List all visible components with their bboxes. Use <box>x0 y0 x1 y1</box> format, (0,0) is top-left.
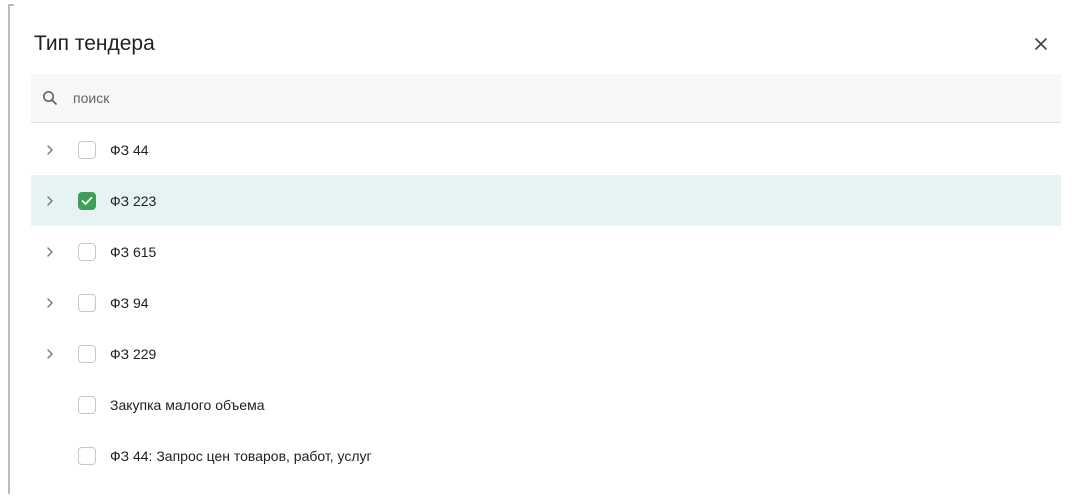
checkbox[interactable] <box>78 293 96 312</box>
chevron-right-icon <box>47 348 53 359</box>
close-button[interactable] <box>1027 30 1055 58</box>
search-bar <box>31 74 1061 123</box>
expand-button[interactable] <box>40 242 60 262</box>
checkmark-icon <box>81 196 93 205</box>
checkbox[interactable] <box>78 242 96 261</box>
list-item-fz44[interactable]: ФЗ 44 <box>31 124 1061 175</box>
checkbox[interactable] <box>78 446 96 465</box>
tender-type-list: ФЗ 44 ФЗ 223 ФЗ 615 ФЗ 94 ФЗ 229 Закупка… <box>31 124 1061 481</box>
dialog-header: Тип тендера <box>34 26 1073 62</box>
checkbox[interactable] <box>78 395 96 414</box>
list-item-fz229[interactable]: ФЗ 229 <box>31 328 1061 379</box>
list-item-small-volume-purchase[interactable]: Закупка малого объема <box>31 379 1061 430</box>
list-item-fz94[interactable]: ФЗ 94 <box>31 277 1061 328</box>
expand-button[interactable] <box>40 191 60 211</box>
list-item-label: ФЗ 223 <box>110 192 157 209</box>
tender-type-dialog: Тип тендера ФЗ 44 <box>10 0 1073 500</box>
chevron-right-icon <box>47 297 53 308</box>
chevron-right-icon <box>47 144 53 155</box>
list-item-label: Закупка малого объема <box>110 396 265 413</box>
search-input[interactable] <box>71 82 975 114</box>
list-item-fz223[interactable]: ФЗ 223 <box>31 175 1061 226</box>
list-item-label: ФЗ 615 <box>110 243 157 260</box>
list-item-label: ФЗ 229 <box>110 345 157 362</box>
list-item-fz615[interactable]: ФЗ 615 <box>31 226 1061 277</box>
list-item-fz44-price-request[interactable]: ФЗ 44: Запрос цен товаров, работ, услуг <box>31 430 1061 481</box>
list-item-label: ФЗ 44: Запрос цен товаров, работ, услуг <box>110 447 372 464</box>
expand-button[interactable] <box>40 344 60 364</box>
expand-button[interactable] <box>40 293 60 313</box>
checkbox[interactable] <box>78 344 96 363</box>
checkbox-checked[interactable] <box>78 191 96 210</box>
list-item-label: ФЗ 44 <box>110 141 149 158</box>
close-icon <box>1035 38 1047 50</box>
chevron-right-icon <box>47 246 53 257</box>
expand-button[interactable] <box>40 140 60 160</box>
checkbox[interactable] <box>78 140 96 159</box>
dialog-title: Тип тендера <box>34 32 155 55</box>
chevron-right-icon <box>47 195 53 206</box>
list-item-label: ФЗ 94 <box>110 294 149 311</box>
search-icon <box>40 88 60 108</box>
